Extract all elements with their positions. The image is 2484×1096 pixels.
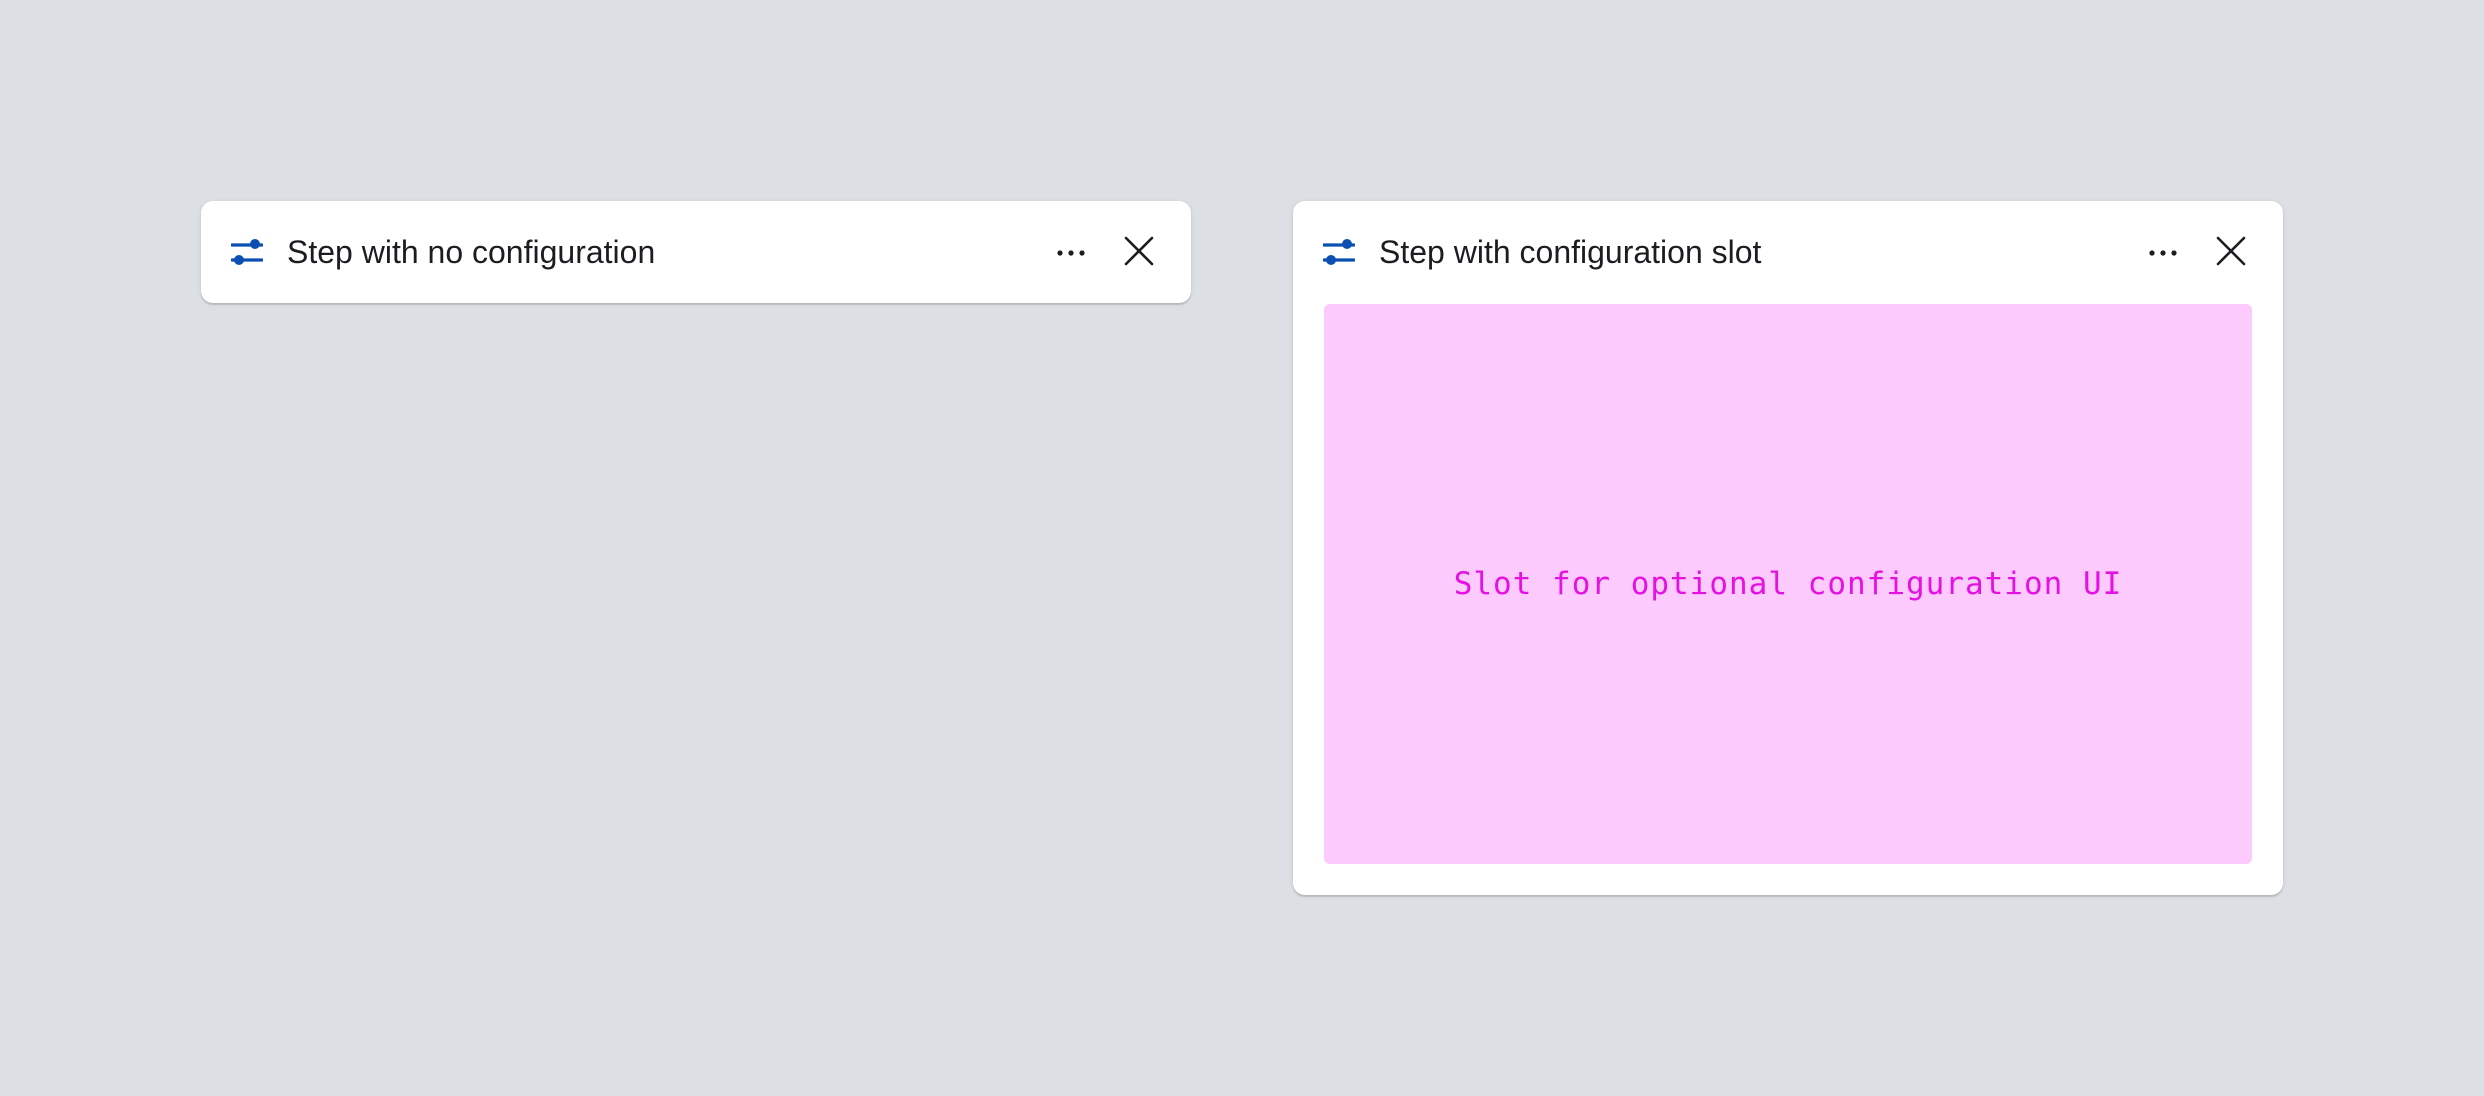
more-options-button[interactable] — [2141, 231, 2185, 275]
close-button[interactable] — [2209, 231, 2253, 275]
close-icon — [2216, 236, 2246, 271]
step-title: Step with configuration slot — [1379, 234, 1762, 270]
configuration-slot: Slot for optional configuration UI — [1324, 304, 2252, 864]
step-card-no-configuration: Step with no configuration — [201, 201, 1191, 303]
more-options-button[interactable] — [1049, 231, 1093, 275]
step-title: Step with no configuration — [287, 234, 656, 270]
sliders-icon — [230, 238, 264, 266]
sliders-icon — [1322, 238, 1356, 266]
step-card-with-configuration-slot: Step with configuration slot Slot for op… — [1293, 201, 2283, 895]
more-icon — [2148, 244, 2178, 262]
close-icon — [1124, 236, 1154, 271]
step-card-header: Step with configuration slot — [1293, 201, 2283, 303]
more-icon — [1056, 244, 1086, 262]
close-button[interactable] — [1117, 231, 1161, 275]
slot-label: Slot for optional configuration UI — [1453, 566, 2123, 602]
step-card-header: Step with no configuration — [201, 201, 1191, 303]
